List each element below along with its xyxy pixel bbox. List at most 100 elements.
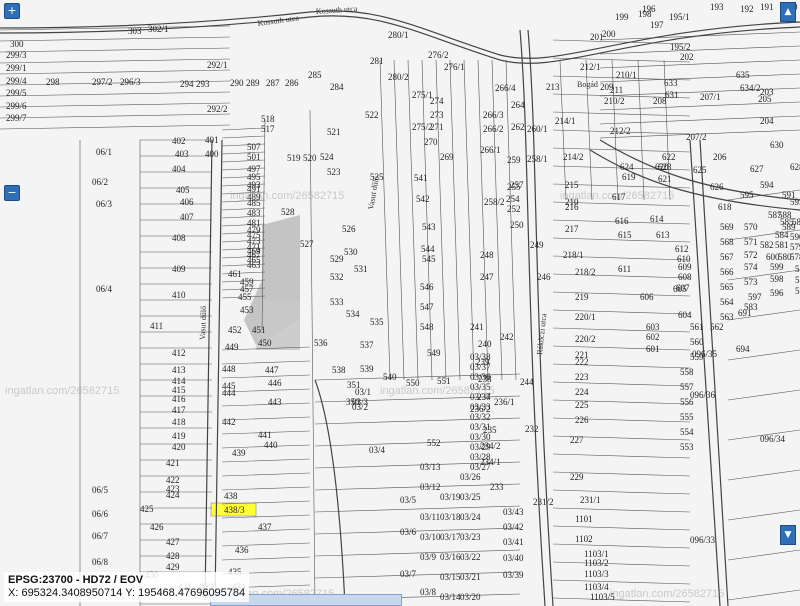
parcel-label[interactable]: 227: [570, 435, 584, 445]
parcel-label[interactable]: 565: [720, 282, 734, 292]
parcel-label[interactable]: 602: [646, 332, 660, 342]
parcel-label[interactable]: 203: [760, 87, 774, 97]
parcel-label[interactable]: 562: [710, 322, 724, 332]
parcel-label[interactable]: 255: [507, 182, 521, 192]
parcel-label[interactable]: 215: [565, 180, 579, 190]
parcel-label[interactable]: 300: [10, 39, 24, 49]
parcel-label[interactable]: 451: [252, 325, 266, 335]
parcel-label[interactable]: 595: [740, 190, 754, 200]
parcel-label[interactable]: 096/33: [690, 535, 716, 545]
parcel-label[interactable]: 244: [520, 377, 534, 387]
parcel-label[interactable]: 412: [172, 348, 186, 358]
parcel-label[interactable]: 518: [261, 114, 275, 124]
parcel-label[interactable]: 299/7: [6, 113, 27, 123]
parcel-label[interactable]: 1103/2: [584, 558, 609, 568]
parcel-label[interactable]: 06/6: [92, 509, 109, 519]
parcel-label[interactable]: 622: [662, 152, 676, 162]
parcel-label[interactable]: 207/2: [686, 132, 707, 142]
parcel-label[interactable]: 096/35: [692, 349, 718, 359]
parcel-label[interactable]: 414: [172, 376, 186, 386]
parcel-label[interactable]: 03/37: [470, 362, 491, 372]
parcel-label[interactable]: 254: [506, 194, 520, 204]
parcel-label[interactable]: 551: [437, 376, 451, 386]
parcel-label[interactable]: 425: [140, 504, 154, 514]
parcel-label[interactable]: 241: [470, 322, 484, 332]
parcel-label[interactable]: 524: [320, 152, 334, 162]
parcel-label[interactable]: 191: [760, 2, 774, 12]
parcel-label[interactable]: 03/32: [470, 412, 491, 422]
parcel-label[interactable]: 273: [430, 110, 444, 120]
parcel-label[interactable]: 521: [327, 127, 341, 137]
parcel-label[interactable]: 246: [537, 272, 551, 282]
parcel-label[interactable]: 534: [346, 309, 360, 319]
parcel-label[interactable]: 280/2: [388, 72, 409, 82]
parcel-label[interactable]: 06/2: [92, 177, 108, 187]
parcel-label[interactable]: 232: [525, 424, 539, 434]
parcel-label[interactable]: 594: [760, 180, 774, 190]
parcel-label[interactable]: 618: [718, 202, 732, 212]
parcel-label[interactable]: 547: [420, 302, 434, 312]
parcel-label[interactable]: 548: [420, 322, 434, 332]
parcel-label[interactable]: 220/2: [575, 334, 596, 344]
parcel-label[interactable]: 550: [406, 378, 420, 388]
parcel-label[interactable]: 603: [646, 322, 660, 332]
parcel-label[interactable]: 096/34: [760, 434, 786, 444]
parcel-label[interactable]: 417: [172, 405, 186, 415]
parcel-label[interactable]: 204: [760, 116, 774, 126]
parcel-label[interactable]: 207/1: [700, 92, 721, 102]
parcel-label[interactable]: 401: [205, 135, 219, 145]
parcel-label[interactable]: 292/2: [207, 104, 228, 114]
parcel-label[interactable]: 297/2: [92, 77, 113, 87]
parcel-label[interactable]: 03/3: [352, 397, 369, 407]
parcel-label[interactable]: 560: [690, 337, 704, 347]
parcel-label[interactable]: 543: [422, 222, 436, 232]
parcel-label[interactable]: 03/21: [460, 572, 481, 582]
parcel-label[interactable]: 527: [300, 239, 314, 249]
parcel-label[interactable]: 224: [575, 387, 589, 397]
scroll-up-button[interactable]: ▲: [780, 2, 796, 22]
parcel-label[interactable]: 212/1: [580, 62, 601, 72]
parcel-label[interactable]: 535: [370, 317, 384, 327]
parcel-label[interactable]: 249: [530, 240, 544, 250]
parcel-label[interactable]: 598: [770, 274, 784, 284]
parcel-label[interactable]: 405: [176, 185, 190, 195]
parcel-label[interactable]: 03/17: [440, 532, 461, 542]
parcel-label[interactable]: 225: [575, 400, 589, 410]
parcel-label[interactable]: 519: [287, 153, 301, 163]
parcel-label[interactable]: 287: [266, 78, 280, 88]
parcel-label[interactable]: 620: [655, 162, 669, 172]
parcel-label[interactable]: 635: [736, 70, 750, 80]
parcel-label[interactable]: 03/33: [470, 402, 491, 412]
parcel-label[interactable]: 236/1: [494, 397, 515, 407]
parcel-label[interactable]: 409: [172, 264, 186, 274]
parcel-label[interactable]: 274: [430, 96, 444, 106]
parcel-label[interactable]: 572: [744, 250, 758, 260]
parcel-label[interactable]: 03/19: [440, 492, 461, 502]
parcel-label[interactable]: 226: [575, 415, 589, 425]
parcel-label[interactable]: 429: [166, 562, 180, 572]
parcel-label[interactable]: 483: [247, 208, 261, 218]
parcel-label[interactable]: 530: [344, 247, 358, 257]
parcel-label[interactable]: 03/18: [440, 512, 461, 522]
parcel-label[interactable]: 522: [365, 110, 379, 120]
parcel-label[interactable]: 441: [258, 430, 272, 440]
parcel-label[interactable]: 411: [150, 321, 163, 331]
parcel-label[interactable]: 601: [646, 344, 660, 354]
parcel-label[interactable]: 223: [575, 372, 589, 382]
parcel-label[interactable]: 270: [424, 137, 438, 147]
parcel-label[interactable]: 259: [507, 155, 521, 165]
parcel-label[interactable]: 06/1: [96, 147, 112, 157]
parcel-label[interactable]: 554: [680, 427, 694, 437]
parcel-label[interactable]: 296/3: [120, 77, 141, 87]
parcel-label[interactable]: 03/30: [470, 432, 491, 442]
parcel-label[interactable]: 03/13: [420, 462, 441, 472]
parcel-label[interactable]: 03/29: [470, 442, 491, 452]
parcel-label[interactable]: 260/1: [527, 124, 548, 134]
parcel-label[interactable]: 453: [240, 305, 254, 315]
parcel-label[interactable]: 03/15: [440, 572, 461, 582]
parcel-label[interactable]: 229: [570, 472, 584, 482]
parcel-label[interactable]: 528: [281, 207, 295, 217]
parcel-label[interactable]: 03/5: [400, 495, 417, 505]
parcel-label[interactable]: 590: [790, 232, 800, 242]
parcel-label[interactable]: 214/2: [563, 152, 584, 162]
